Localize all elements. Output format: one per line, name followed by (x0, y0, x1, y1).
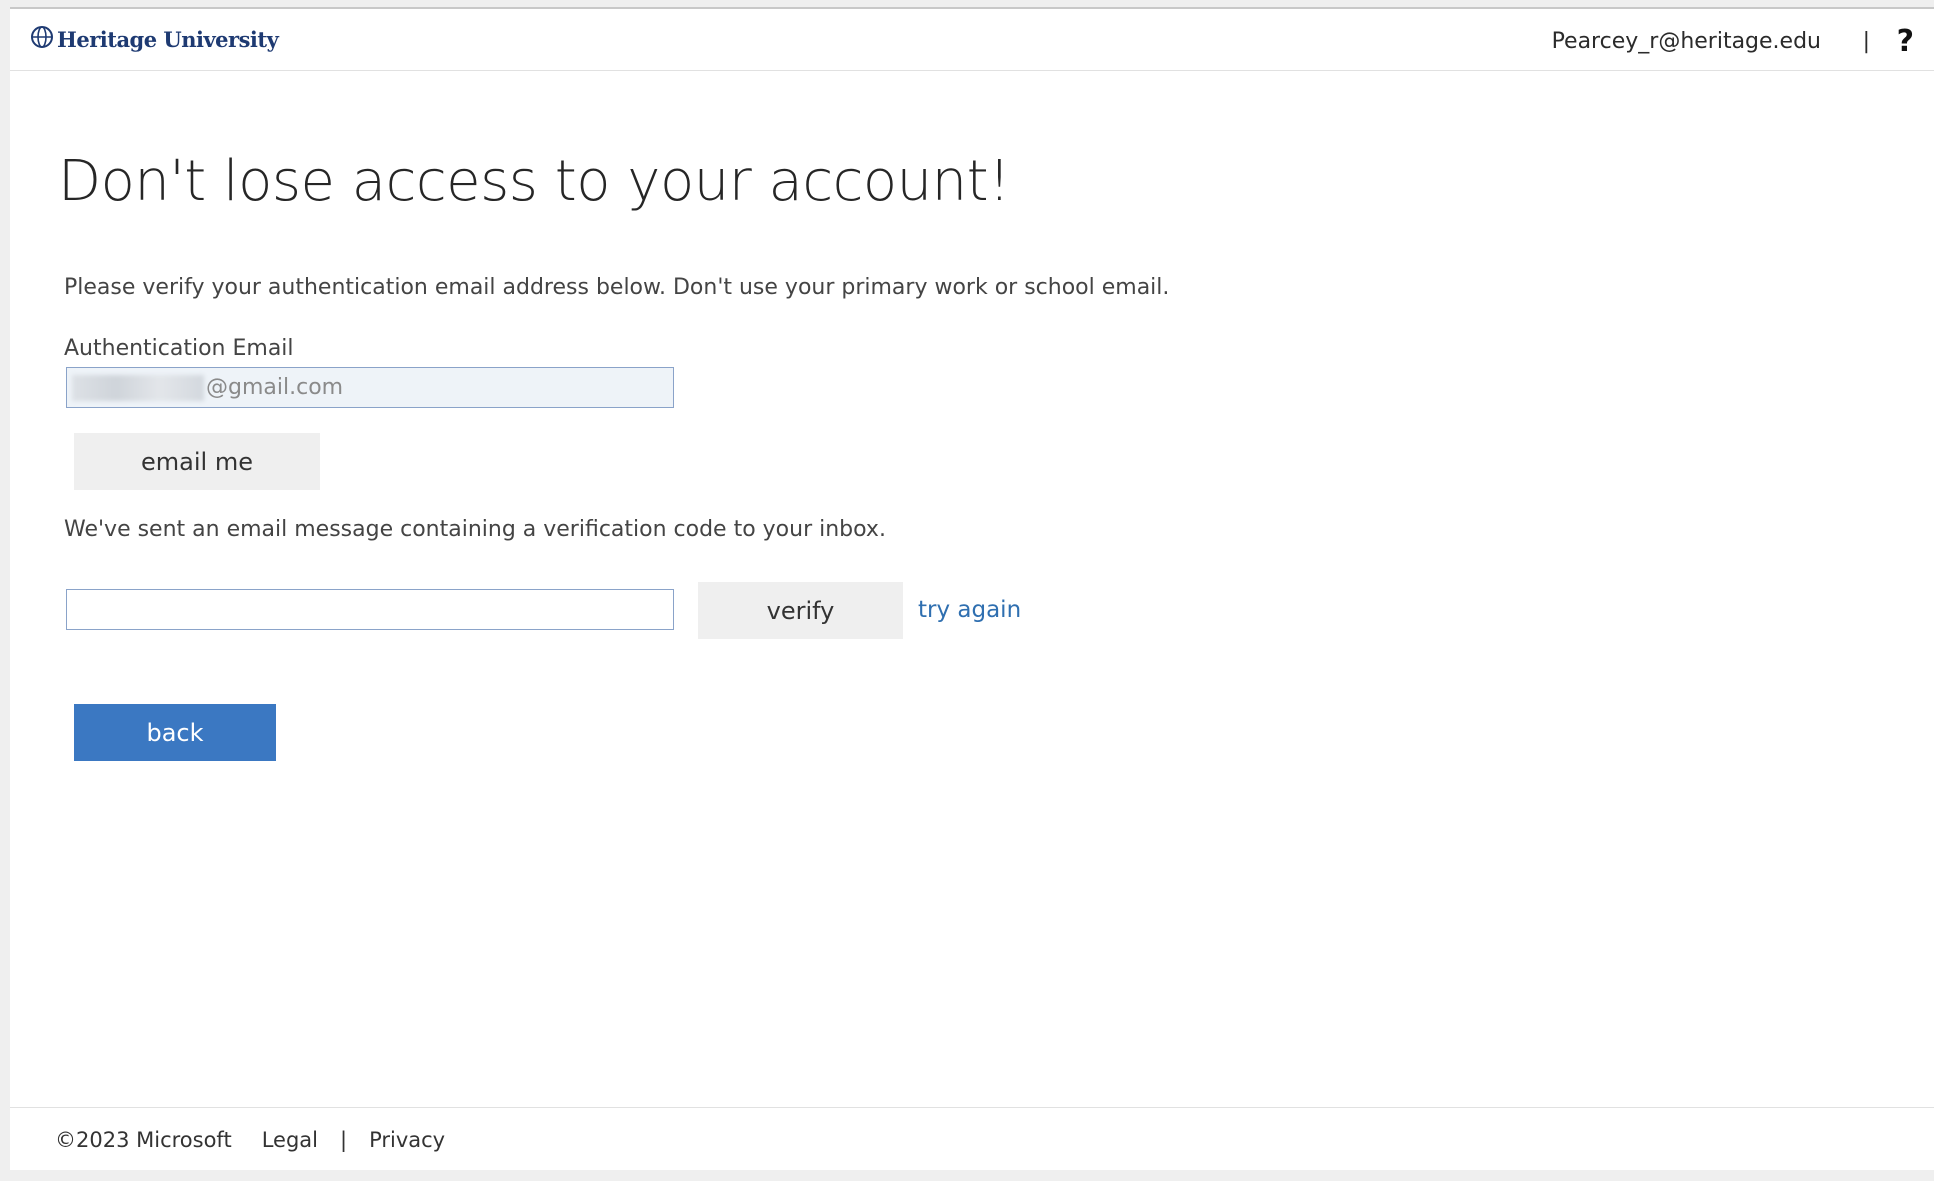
footer: ©2023 Microsoft Legal | Privacy (10, 1107, 1934, 1171)
verify-button[interactable]: verify (698, 582, 903, 639)
verification-code-input[interactable] (66, 589, 674, 630)
page-frame: Heritage University Pearcey_r@heritage.e… (10, 7, 1934, 1170)
university-logo: Heritage University (30, 25, 279, 53)
back-button[interactable]: back (74, 704, 276, 761)
email-me-button[interactable]: email me (74, 433, 320, 490)
user-email[interactable]: Pearcey_r@heritage.edu (1552, 29, 1821, 54)
authentication-email-field[interactable]: @gmail.com (66, 367, 674, 408)
legal-link[interactable]: Legal (262, 1128, 318, 1152)
sent-message: We've sent an email message containing a… (64, 517, 886, 542)
footer-separator: | (339, 1127, 348, 1152)
globe-icon (30, 25, 54, 53)
header-separator: | (1862, 29, 1870, 54)
redacted-email-username (72, 374, 204, 401)
page-title: Don't lose access to your account! (58, 149, 1011, 214)
help-icon[interactable]: ? (1897, 24, 1914, 59)
email-domain-text: @gmail.com (206, 375, 344, 400)
privacy-link[interactable]: Privacy (369, 1128, 445, 1152)
header: Heritage University Pearcey_r@heritage.e… (10, 9, 1934, 71)
copyright-text: ©2023 Microsoft (55, 1127, 232, 1152)
authentication-email-label: Authentication Email (64, 336, 294, 361)
try-again-link[interactable]: try again (918, 597, 1021, 623)
instructions-text: Please verify your authentication email … (64, 275, 1170, 300)
logo-text: Heritage University (57, 26, 279, 52)
